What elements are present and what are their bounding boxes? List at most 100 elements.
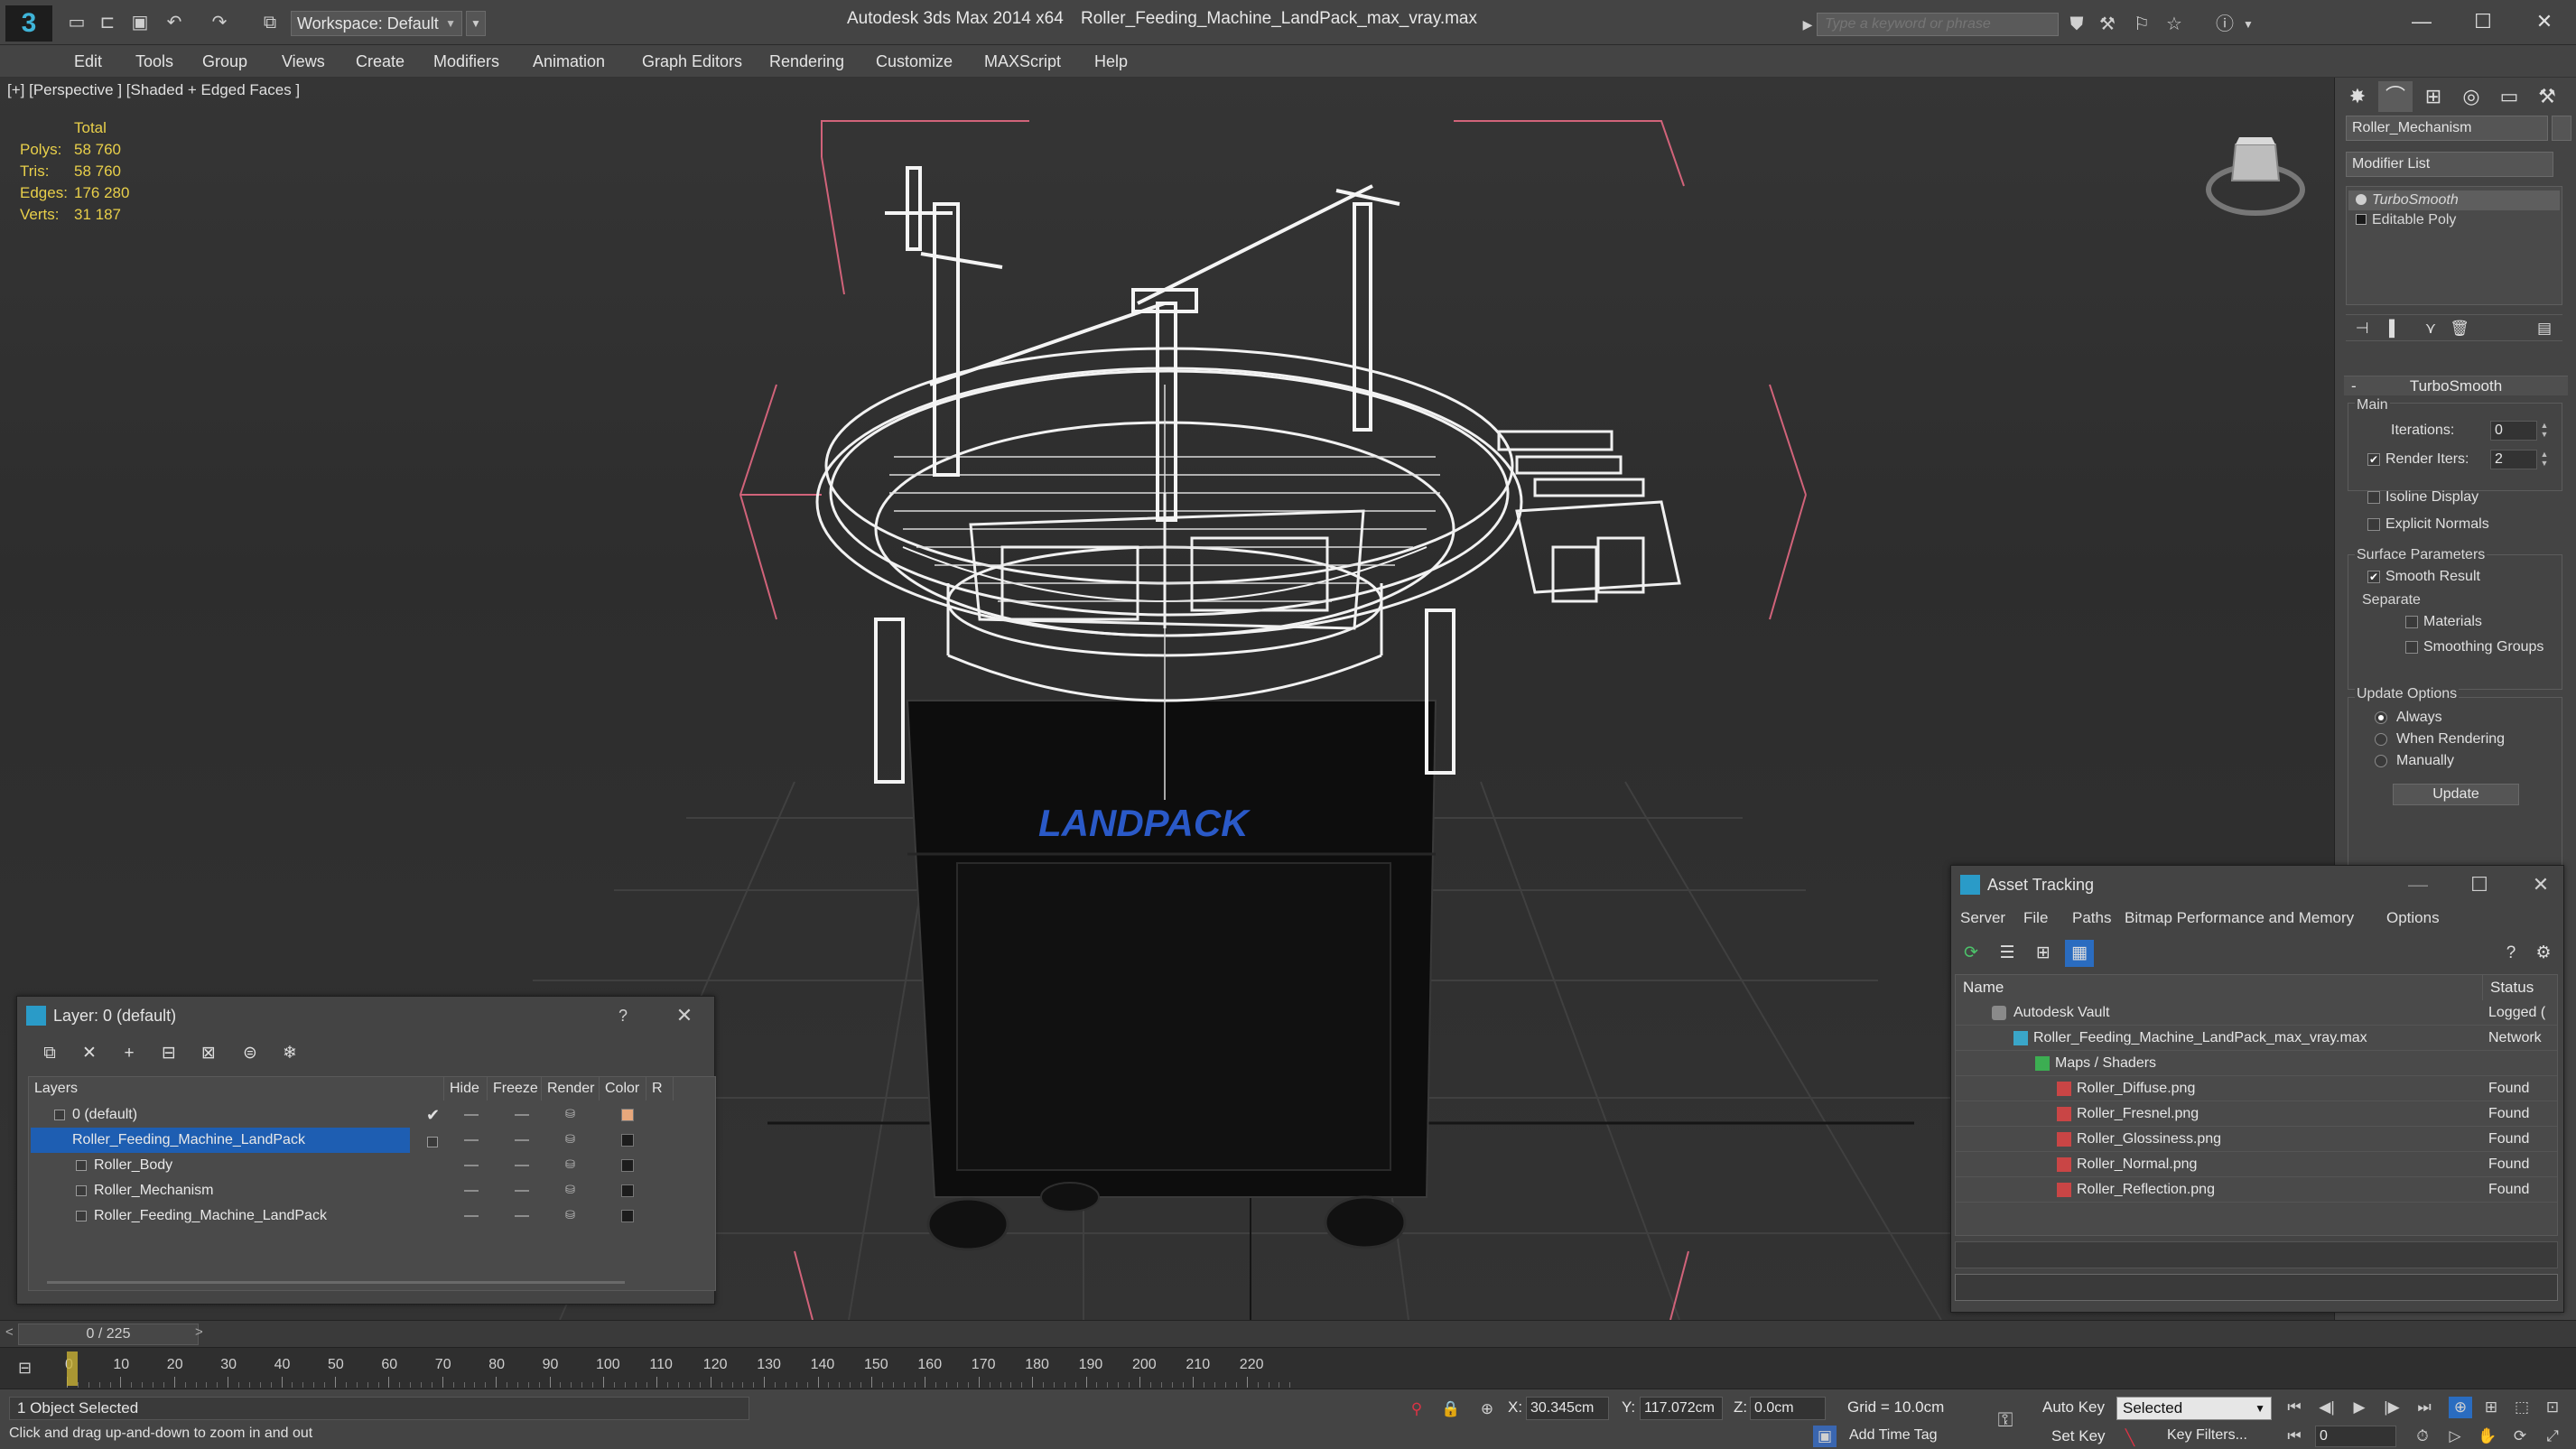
zoom-icon[interactable]: ⊕ — [2449, 1397, 2472, 1418]
time-slider-thumb[interactable]: 0 / 225 — [18, 1324, 199, 1345]
menu-create[interactable]: Create — [356, 45, 405, 78]
freeze-toggle[interactable] — [515, 1215, 529, 1217]
close-button[interactable]: ✕ — [2525, 869, 2556, 900]
column-status[interactable]: Status — [2483, 975, 2557, 1000]
menu-options[interactable]: Options — [2386, 909, 2440, 927]
render-teapot-icon[interactable]: ⛁ — [565, 1209, 578, 1221]
binoculars-icon[interactable]: ⛊ — [2064, 13, 2089, 36]
time-slider[interactable]: < 0 / 225 > — [0, 1320, 2576, 1347]
layer-name[interactable]: Roller_Feeding_Machine_LandPack — [31, 1128, 410, 1153]
pan-view-icon[interactable]: ✋ — [2476, 1426, 2499, 1447]
workspace-dropdown[interactable]: Workspace: Default ▼ — [291, 11, 462, 36]
communication-icon[interactable]: ⚐ — [2129, 13, 2154, 36]
layer-color-swatch[interactable] — [621, 1134, 634, 1147]
maximize-button[interactable]: ☐ — [2464, 869, 2495, 900]
set-key-button[interactable]: Set Key — [2051, 1427, 2106, 1445]
list-view-icon[interactable]: ☰ — [1993, 940, 2022, 967]
layer-color-swatch[interactable] — [621, 1210, 634, 1222]
mini-curve-editor-icon[interactable]: ⊟ — [18, 1359, 32, 1378]
key-filters-button[interactable]: Key Filters... — [2167, 1427, 2247, 1444]
next-key-icon[interactable]: |▶ — [2380, 1397, 2404, 1418]
maximize-viewport-icon[interactable]: ⤢ — [2541, 1426, 2564, 1447]
layer-name[interactable]: Roller_Body — [94, 1153, 172, 1178]
quick-access-dropdown[interactable]: ▼ — [466, 11, 486, 36]
bulb-icon[interactable] — [2356, 194, 2367, 205]
menu-paths[interactable]: Paths — [2072, 909, 2111, 927]
hide-toggle[interactable] — [464, 1114, 479, 1116]
layer-color-swatch[interactable] — [621, 1184, 634, 1197]
hide-toggle[interactable] — [464, 1165, 479, 1166]
menu-modifiers[interactable]: Modifiers — [433, 45, 499, 78]
layer-name[interactable]: 0 (default) — [72, 1102, 137, 1128]
refresh-icon[interactable]: ⟳ — [1957, 940, 1985, 967]
menu-views[interactable]: Views — [282, 45, 325, 78]
menu-help[interactable]: Help — [1094, 45, 1128, 78]
materials-checkbox[interactable] — [2405, 616, 2418, 628]
minimize-button[interactable]: — — [2403, 869, 2433, 900]
frame-ruler[interactable]: 0102030405060708090100110120130140150160… — [65, 1348, 2315, 1389]
add-to-layer-icon[interactable]: + — [115, 1040, 144, 1067]
time-config-icon[interactable]: ⏱ — [2411, 1426, 2434, 1447]
viewport-label[interactable]: [+] [Perspective ] [Shaded + Edged Faces… — [7, 81, 300, 99]
smooth-result-checkbox[interactable]: ✔ — [2367, 571, 2380, 583]
active-layer-check-icon[interactable]: ✔ — [426, 1106, 440, 1125]
layer-row[interactable]: 0 (default) ✔ ⛁ — [29, 1102, 717, 1128]
search-input[interactable] — [1817, 13, 2059, 36]
time-tag-icon[interactable]: ▣ — [1813, 1426, 1837, 1447]
stack-item-turbosmooth[interactable]: TurboSmooth — [2348, 190, 2560, 210]
modify-tab-icon[interactable]: ⌒ — [2378, 81, 2413, 112]
auto-key-button[interactable]: Auto Key — [2042, 1398, 2105, 1416]
asset-row[interactable]: Roller_Normal.png Found — [1956, 1152, 2557, 1177]
render-iters-checkbox[interactable]: ✔ — [2367, 453, 2380, 466]
minimize-button[interactable]: — — [2395, 5, 2449, 38]
make-unique-icon[interactable]: ⋎ — [2418, 317, 2443, 340]
render-teapot-icon[interactable]: ⛁ — [565, 1108, 578, 1119]
explicit-normals-checkbox[interactable] — [2367, 518, 2380, 531]
help-dropdown-icon[interactable]: ▼ — [2236, 13, 2261, 36]
menu-file[interactable]: File — [2023, 909, 2048, 927]
rollout-header[interactable]: - TurboSmooth — [2344, 376, 2568, 395]
x-coordinate-field[interactable] — [1526, 1397, 1609, 1420]
key-mode-icon[interactable]: ⏮ — [2283, 1426, 2306, 1447]
previous-frame-icon[interactable]: < — [5, 1324, 14, 1340]
freeze-toggle[interactable] — [515, 1190, 529, 1192]
subscription-icon[interactable]: ⚒ — [2095, 13, 2120, 36]
freeze-all-icon[interactable]: ❄ — [275, 1040, 304, 1067]
orbit-icon[interactable]: ⟳ — [2508, 1426, 2532, 1447]
layer-row[interactable]: Roller_Feeding_Machine_LandPack ⛁ — [29, 1128, 717, 1153]
highlight-layer-icon[interactable]: ⊠ — [194, 1040, 223, 1067]
column-render[interactable]: Render — [542, 1077, 600, 1101]
render-iters-spinner[interactable] — [2490, 450, 2537, 469]
update-button[interactable]: Update — [2393, 784, 2519, 805]
freeze-toggle[interactable] — [515, 1165, 529, 1166]
asset-row[interactable]: Roller_Feeding_Machine_LandPack_max_vray… — [1956, 1026, 2557, 1051]
current-frame-field[interactable] — [2315, 1426, 2396, 1447]
layer-row[interactable]: Roller_Body ⛁ — [29, 1153, 717, 1178]
asset-path-field[interactable] — [1955, 1274, 2558, 1301]
menu-server[interactable]: Server — [1960, 909, 2005, 927]
table-view-icon[interactable]: ▦ — [2065, 940, 2094, 967]
play-icon[interactable]: ▶ — [2348, 1397, 2371, 1418]
track-bar[interactable]: ⊟ 01020304050607080901001101201301401501… — [0, 1347, 2576, 1389]
remove-modifier-icon[interactable]: 🗑 — [2447, 317, 2472, 340]
asset-row[interactable]: Maps / Shaders — [1956, 1051, 2557, 1076]
layer-name[interactable]: Roller_Mechanism — [94, 1178, 214, 1203]
open-file-icon[interactable]: ⊏ — [96, 11, 119, 34]
zoom-extents-icon[interactable]: ⬚ — [2510, 1397, 2534, 1418]
layer-name[interactable]: Roller_Feeding_Machine_LandPack — [94, 1203, 327, 1229]
menu-animation[interactable]: Animation — [533, 45, 605, 78]
menu-rendering[interactable]: Rendering — [769, 45, 844, 78]
render-teapot-icon[interactable]: ⛁ — [565, 1133, 578, 1145]
hide-toggle[interactable] — [464, 1215, 479, 1217]
smoothing-groups-checkbox[interactable] — [2405, 641, 2418, 654]
pin-stack-icon[interactable]: ⊣ — [2349, 317, 2375, 340]
layer-color-swatch[interactable] — [621, 1109, 634, 1121]
app-logo-icon[interactable]: 3 — [5, 5, 52, 42]
close-button[interactable]: ✕ — [669, 1000, 700, 1031]
menu-edit[interactable]: Edit — [74, 45, 102, 78]
y-coordinate-field[interactable] — [1640, 1397, 1723, 1420]
set-key-mode-key-icon[interactable]: ⚿ — [1994, 1409, 2017, 1431]
menu-graph-editors[interactable]: Graph Editors — [642, 45, 742, 78]
next-frame-icon[interactable]: > — [195, 1324, 203, 1340]
configure-sets-icon[interactable]: ▤ — [2532, 317, 2557, 340]
